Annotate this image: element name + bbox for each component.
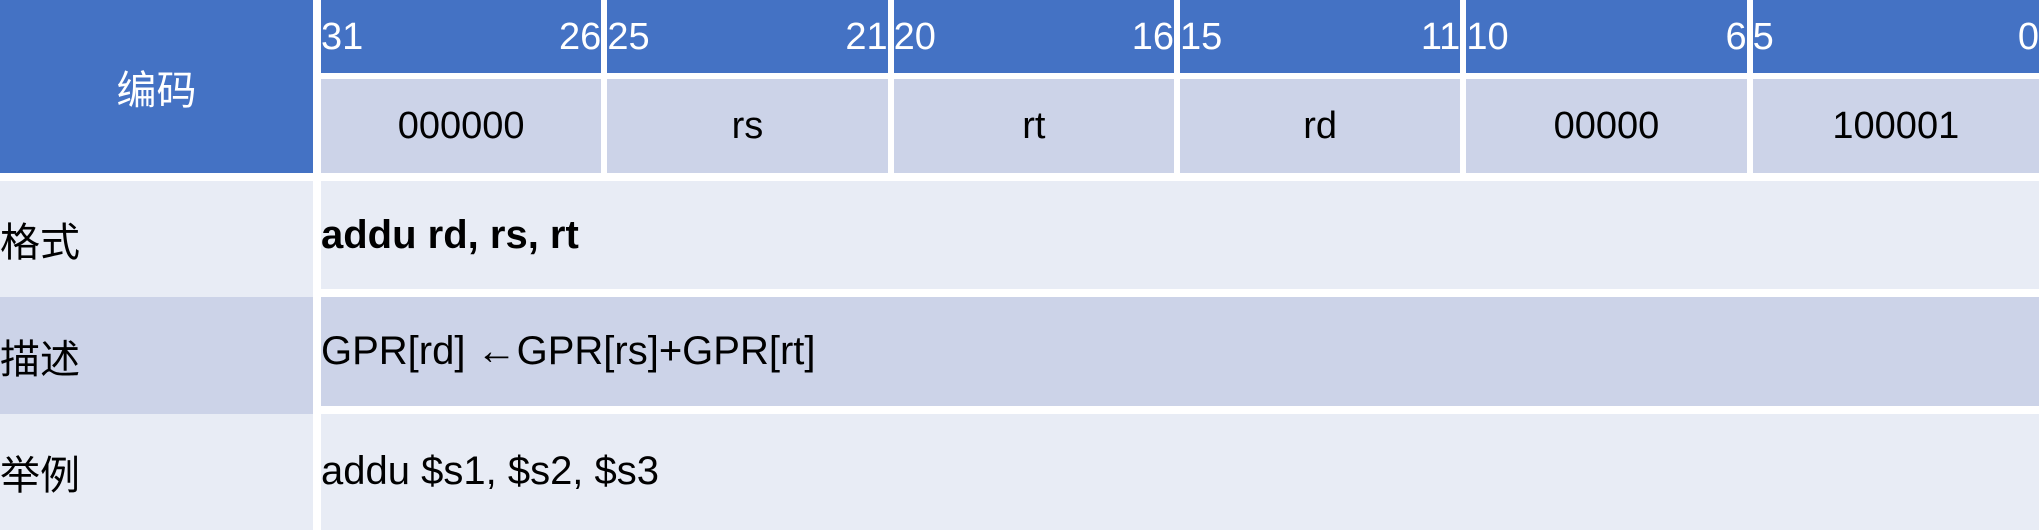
bit-low-2: 16 xyxy=(1131,15,1174,58)
bit-low-4: 6 xyxy=(1725,15,1747,58)
mips-instruction-table: 编码 31 26 25 21 20 16 15 11 10 6 5 0 0000… xyxy=(0,0,2039,530)
bit-header-cell-2: 20 16 xyxy=(893,0,1180,79)
bit-header-cell-3: 15 11 xyxy=(1179,0,1467,79)
field-value-rd: rd xyxy=(1179,79,1467,182)
field-value-funct: 100001 xyxy=(1752,79,2039,182)
field-value-rt: rt xyxy=(893,79,1180,182)
format-row-label: 格式 xyxy=(0,181,321,298)
field-value-shamt: 00000 xyxy=(1466,79,1753,182)
bit-low-3: 11 xyxy=(1420,15,1461,58)
bit-high-1: 25 xyxy=(607,15,650,58)
bit-low-0: 26 xyxy=(559,15,602,58)
encoding-label-cell: 编码 xyxy=(0,0,321,182)
description-row-label: 描述 xyxy=(0,297,321,414)
bit-header-cell-0: 31 26 xyxy=(321,0,608,79)
field-value-opcode: 000000 xyxy=(321,79,608,182)
bit-high-5: 5 xyxy=(1752,15,1774,58)
bit-header-cell-4: 10 6 xyxy=(1466,0,1753,79)
description-row-value: GPR[rd] ←GPR[rs]+GPR[rt] xyxy=(321,297,2039,414)
bit-low-5: 0 xyxy=(2017,15,2039,58)
bit-high-3: 15 xyxy=(1179,15,1223,58)
bit-header-cell-1: 25 21 xyxy=(607,0,894,79)
bit-high-0: 31 xyxy=(321,15,364,58)
bit-high-2: 20 xyxy=(893,15,936,58)
bit-header-cell-5: 5 0 xyxy=(1752,0,2039,79)
bit-low-1: 21 xyxy=(845,15,888,58)
format-row-value: addu rd, rs, rt xyxy=(321,181,2039,298)
bit-header-row: 编码 31 26 25 21 20 16 15 11 10 6 5 0 xyxy=(0,0,2039,182)
example-row: 举例 addu $s1, $s2, $s3 xyxy=(0,413,2039,530)
encoding-label-text: 编码 xyxy=(116,68,197,113)
format-row: 格式 addu rd, rs, rt xyxy=(0,181,2039,298)
field-value-rs: rs xyxy=(607,79,894,182)
example-row-value: addu $s1, $s2, $s3 xyxy=(321,449,660,494)
bit-high-4: 10 xyxy=(1466,15,1509,58)
description-row: 描述 GPR[rd] ←GPR[rs]+GPR[rt] xyxy=(0,297,2039,414)
example-row-label: 举例 xyxy=(0,413,321,530)
